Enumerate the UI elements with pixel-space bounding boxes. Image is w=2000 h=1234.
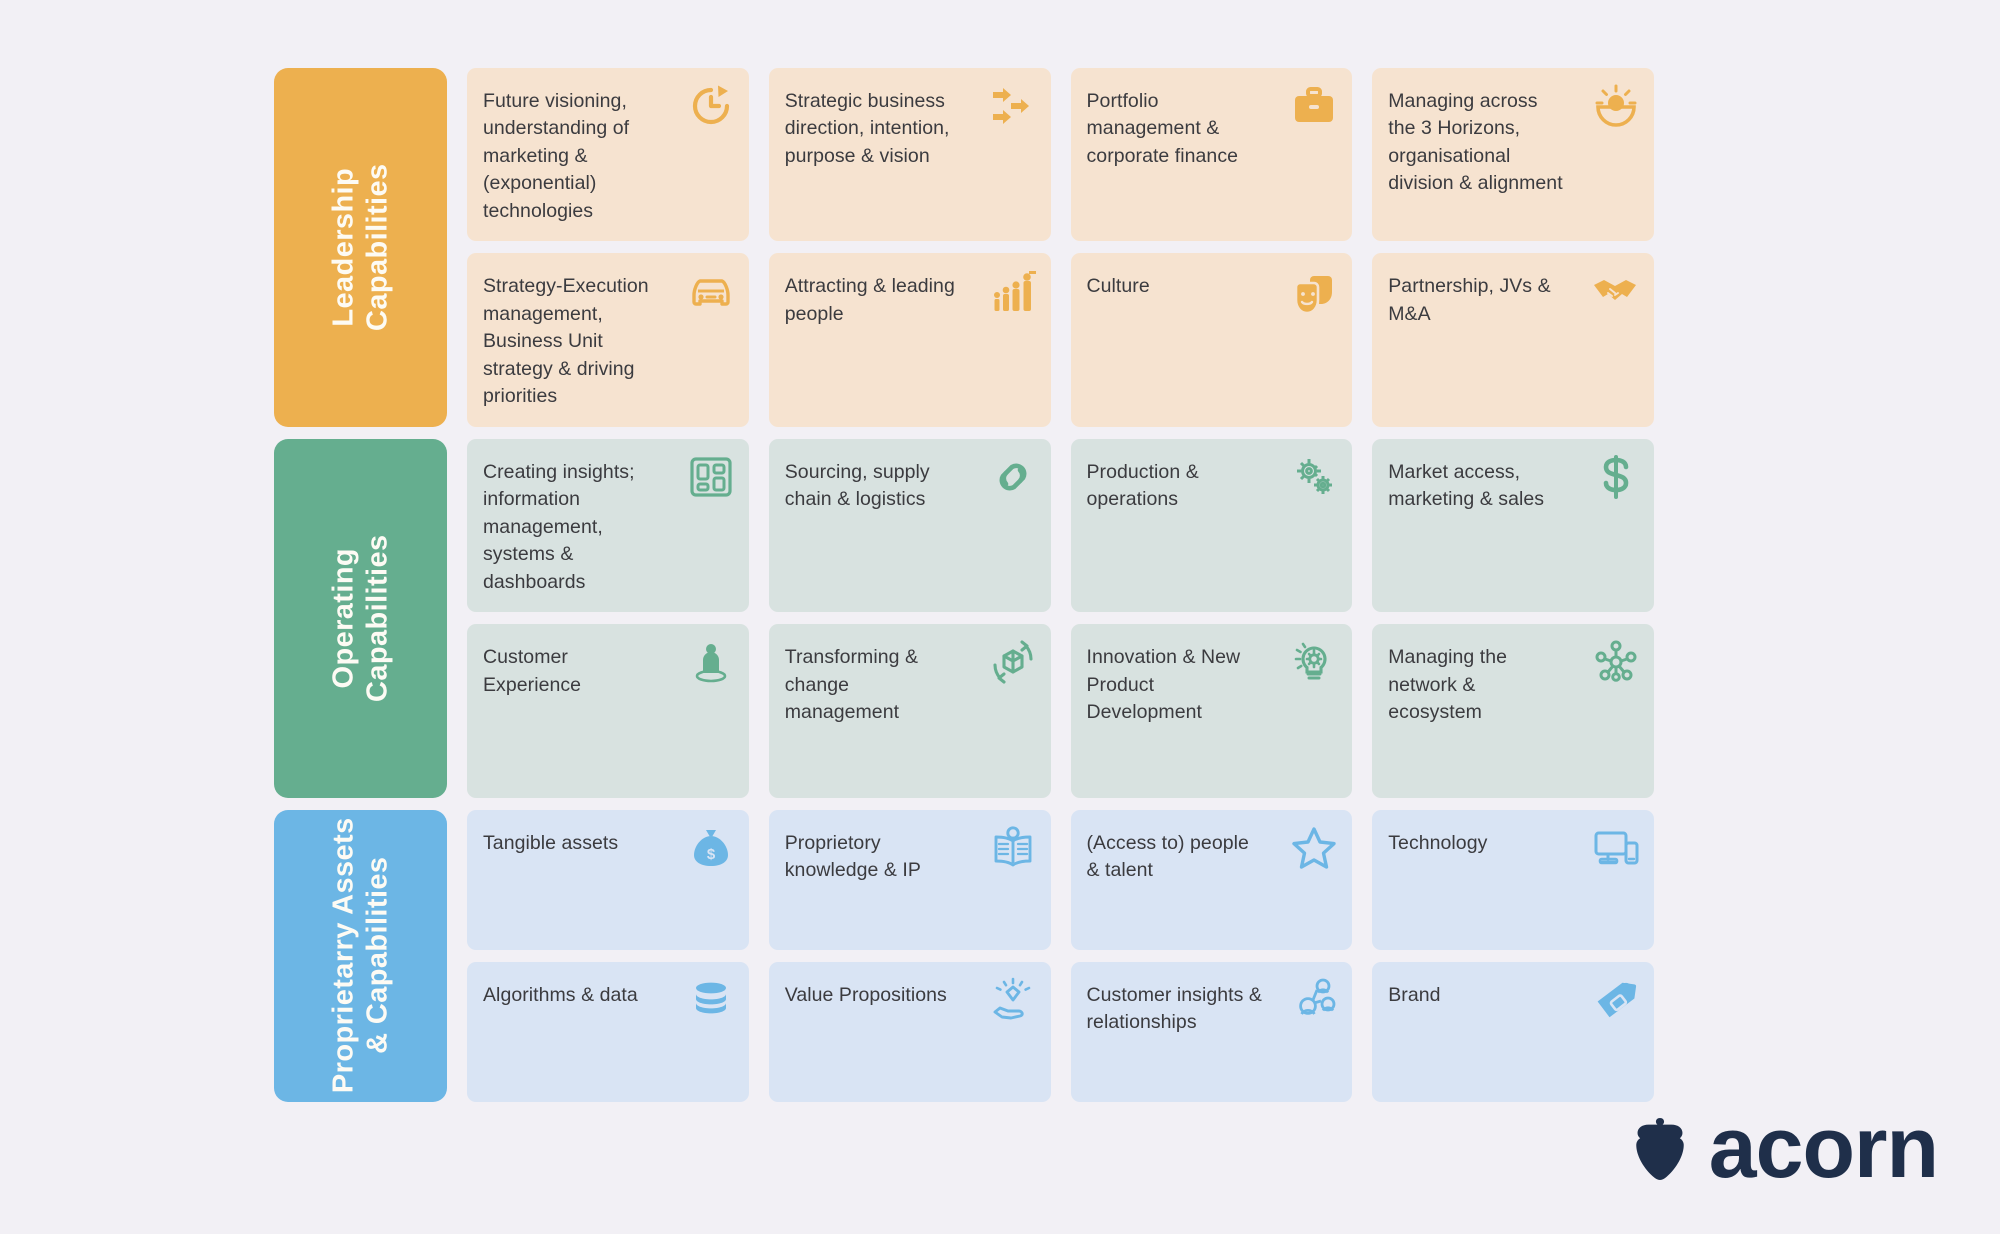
capability-card[interactable]: Managing the network & ecosystem bbox=[1372, 624, 1654, 798]
dollar-sign-icon bbox=[1592, 453, 1640, 501]
car-icon bbox=[687, 267, 735, 315]
capability-card[interactable]: Innovation & New Product Development bbox=[1070, 624, 1353, 798]
capability-card-label: Sourcing, supply chain & logistics bbox=[784, 460, 930, 511]
database-icon bbox=[687, 976, 735, 1024]
capability-card-label: Managing across the 3 Horizons, organisa… bbox=[1388, 90, 1563, 195]
capability-card[interactable]: Production & operations bbox=[1070, 438, 1353, 613]
card-grid-leadership: Future visioning, understanding of marke… bbox=[467, 68, 1654, 427]
capability-card[interactable]: Tangible assets $ bbox=[467, 809, 749, 950]
star-icon bbox=[1290, 824, 1338, 872]
capability-card-label: Strategic business direction, intention,… bbox=[784, 90, 950, 167]
capability-card[interactable]: Value Propositions bbox=[768, 961, 1051, 1102]
network-nodes-icon bbox=[1592, 638, 1640, 686]
people-growth-icon bbox=[989, 267, 1037, 315]
capability-card[interactable]: Culture bbox=[1070, 253, 1353, 427]
group-label-operating: Operating Capabilities bbox=[274, 438, 447, 798]
acorn-wordmark: acorn bbox=[1708, 1100, 1939, 1197]
briefcase-icon bbox=[1290, 82, 1338, 130]
capability-card-label: Future visioning, understanding of marke… bbox=[483, 90, 630, 222]
capability-card[interactable]: Sourcing, supply chain & logistics bbox=[768, 438, 1051, 613]
capability-card[interactable]: Proprietory knowledge & IP bbox=[768, 809, 1051, 950]
capability-framework-board: Leadership Capabilities Future visioning, … bbox=[274, 68, 1654, 1114]
capability-card[interactable]: Attracting & leading people bbox=[768, 253, 1051, 427]
dashboard-icon bbox=[687, 453, 735, 501]
group-label-line2: Capabilities bbox=[361, 534, 394, 703]
capability-card-label: Proprietory knowledge & IP bbox=[784, 831, 921, 882]
group-label-line2: Capabilities bbox=[361, 163, 394, 332]
group-label-line1: Leadership bbox=[327, 168, 360, 327]
user-group-icon bbox=[1290, 976, 1338, 1024]
capability-card[interactable]: Strategy-Execution management, Business … bbox=[467, 253, 749, 427]
capability-card-label: Production & operations bbox=[1086, 460, 1199, 511]
capability-card[interactable]: Technology bbox=[1372, 809, 1654, 950]
group-label-line2: & Capabilities bbox=[361, 857, 394, 1055]
capability-card-label: Partnership, JVs & M&A bbox=[1388, 275, 1551, 325]
theatre-masks-icon bbox=[1290, 267, 1338, 315]
handshake-icon bbox=[1592, 267, 1640, 315]
open-book-idea-icon bbox=[989, 824, 1037, 872]
acorn-logo: acorn bbox=[1629, 1100, 1939, 1197]
money-bag-icon: $ bbox=[687, 824, 735, 872]
group-label-line1: Proprietarry Assets bbox=[327, 817, 360, 1094]
capability-card[interactable]: Transforming & change management bbox=[768, 624, 1051, 798]
capability-card[interactable]: Algorithms & data bbox=[467, 961, 749, 1102]
cube-rotate-icon bbox=[989, 638, 1037, 686]
capability-card[interactable]: Brand bbox=[1372, 961, 1654, 1102]
capability-card-label: Tangible assets bbox=[483, 831, 619, 854]
group-label-assets: Proprietarry Assets & Capabilities bbox=[274, 809, 447, 1102]
diamond-hand-icon bbox=[989, 976, 1037, 1024]
capability-card-label: Brand bbox=[1388, 983, 1441, 1006]
acorn-icon bbox=[1629, 1116, 1691, 1182]
capability-card-label: Portfolio management & corporate finance bbox=[1086, 90, 1239, 167]
capability-card[interactable]: Market access, marketing & sales bbox=[1372, 438, 1654, 613]
capability-card-label: Technology bbox=[1388, 831, 1488, 854]
capability-group-operating: Operating Capabilities Creating insights; … bbox=[274, 438, 1654, 798]
card-grid-operating: Creating insights; information managemen… bbox=[467, 438, 1654, 798]
sunrise-horizon-icon bbox=[1592, 82, 1640, 130]
capability-card-label: Customer Experience bbox=[483, 646, 582, 696]
capability-card-label: (Access to) people & talent bbox=[1086, 831, 1249, 882]
capability-card-label: Culture bbox=[1086, 275, 1150, 298]
group-label-line1: Operating bbox=[327, 547, 360, 689]
capability-card-label: Value Propositions bbox=[784, 983, 947, 1006]
capability-card[interactable]: (Access to) people & talent bbox=[1070, 809, 1353, 950]
capability-card-label: Managing the network & ecosystem bbox=[1388, 646, 1508, 724]
chain-link-icon bbox=[989, 453, 1037, 501]
capability-card[interactable]: Portfolio management & corporate finance bbox=[1070, 68, 1353, 242]
capability-card-label: Creating insights; information managemen… bbox=[483, 460, 635, 593]
card-grid-assets: Tangible assets $ Proprietory knowledge & … bbox=[467, 809, 1654, 1102]
clock-refresh-icon bbox=[687, 82, 735, 130]
capability-card[interactable]: Strategic business direction, intention,… bbox=[768, 68, 1051, 242]
capability-card-label: Market access, marketing & sales bbox=[1388, 460, 1545, 511]
capability-card-label: Customer insights & relationships bbox=[1086, 983, 1262, 1034]
capability-card[interactable]: Managing across the 3 Horizons, organisa… bbox=[1372, 68, 1654, 242]
arrows-right-icon bbox=[989, 82, 1037, 130]
group-label-leadership: Leadership Capabilities bbox=[274, 68, 447, 427]
capability-card[interactable]: Future visioning, understanding of marke… bbox=[467, 68, 749, 242]
lightbulb-gear-icon bbox=[1290, 638, 1338, 686]
monitor-mobile-icon bbox=[1592, 824, 1640, 872]
capability-card-label: Innovation & New Product Development bbox=[1086, 646, 1241, 724]
capability-group-leadership: Leadership Capabilities Future visioning, … bbox=[274, 68, 1654, 427]
capability-card[interactable]: Customer insights & relationships bbox=[1070, 961, 1353, 1102]
capability-group-assets: Proprietarry Assets & Capabilities Tangibl… bbox=[274, 809, 1654, 1102]
capability-card[interactable]: Creating insights; information managemen… bbox=[467, 438, 749, 613]
capability-card-label: Transforming & change management bbox=[784, 646, 919, 724]
capability-card[interactable]: Partnership, JVs & M&A bbox=[1372, 253, 1654, 427]
gears-icon bbox=[1290, 453, 1338, 501]
capability-card-label: Attracting & leading people bbox=[784, 275, 955, 325]
capability-card-label: Strategy-Execution management, Business … bbox=[483, 275, 649, 408]
capability-card[interactable]: Customer Experience bbox=[467, 624, 749, 798]
svg-text:$: $ bbox=[707, 846, 716, 863]
price-tag-icon bbox=[1592, 976, 1640, 1024]
capability-card-label: Algorithms & data bbox=[483, 983, 638, 1006]
person-standing-icon bbox=[687, 638, 735, 686]
